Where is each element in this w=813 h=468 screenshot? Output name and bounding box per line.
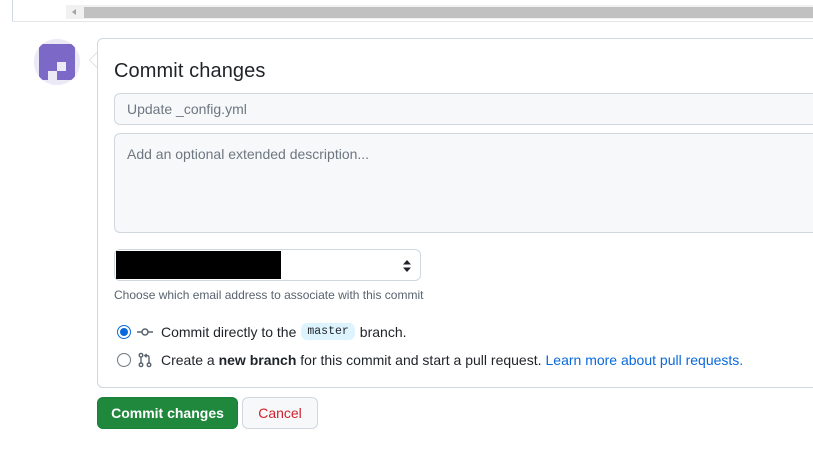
panel-pointer bbox=[89, 52, 97, 68]
commit-description-textarea[interactable] bbox=[114, 133, 813, 233]
radio-commit-direct[interactable] bbox=[117, 324, 131, 339]
scrollbar-thumb[interactable] bbox=[84, 7, 813, 18]
identicon-icon bbox=[34, 39, 80, 85]
divider bbox=[12, 0, 13, 22]
commit-summary-input[interactable] bbox=[114, 93, 813, 125]
divider bbox=[12, 21, 813, 22]
radio-new-branch[interactable] bbox=[117, 353, 131, 367]
git-commit-icon bbox=[137, 324, 153, 340]
commit-changes-button[interactable]: Commit changes bbox=[97, 397, 238, 429]
horizontal-scrollbar[interactable] bbox=[0, 0, 813, 22]
cancel-button[interactable]: Cancel bbox=[242, 397, 318, 429]
avatar[interactable] bbox=[34, 39, 80, 85]
panel-title: Commit changes bbox=[114, 60, 266, 82]
option-bold-text: new branch bbox=[218, 352, 297, 368]
select-arrows-icon bbox=[403, 260, 411, 272]
option-text: for this commit and start a pull request… bbox=[300, 352, 542, 368]
chevron-left-icon[interactable] bbox=[66, 5, 82, 19]
option-commit-direct[interactable]: Commit directly to the master branch. bbox=[117, 323, 407, 340]
email-select[interactable] bbox=[114, 249, 421, 281]
git-pull-request-icon bbox=[137, 352, 153, 368]
learn-more-link[interactable]: Learn more about pull requests. bbox=[546, 352, 744, 368]
email-hint: Choose which email address to associate … bbox=[114, 288, 424, 302]
redacted-email-value bbox=[116, 251, 281, 279]
option-text: branch. bbox=[359, 323, 407, 340]
option-text: Commit directly to the bbox=[161, 323, 297, 340]
option-text: Create a bbox=[161, 352, 215, 368]
option-new-branch[interactable]: Create a new branch for this commit and … bbox=[117, 352, 743, 368]
branch-name: master bbox=[301, 323, 355, 340]
